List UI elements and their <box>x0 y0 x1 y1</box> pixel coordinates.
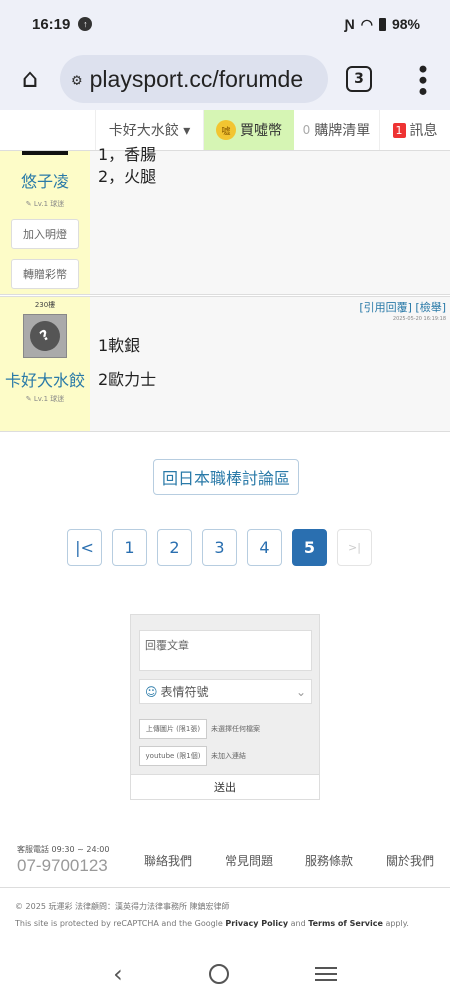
report-link[interactable]: [檢舉] <box>415 301 446 314</box>
pagination: |< 1 2 3 4 5 >| <box>67 529 372 566</box>
post-line: 1，香腸 <box>98 145 157 164</box>
youtube-button[interactable]: youtube (限1個) <box>139 746 207 766</box>
floor-number: 230樓 <box>34 301 56 309</box>
gift-coins-button[interactable]: 轉贈彩幣 <box>11 259 79 290</box>
recaptcha-notice: This site is protected by reCAPTCHA and … <box>15 919 409 928</box>
nfc-icon: Ɲ <box>344 16 355 32</box>
post-actions: [引用回覆] [檢舉] 2025-05-20 16:19:18 <box>359 299 446 322</box>
post-body: [引用回覆] [檢舉] 2025-05-20 16:19:18 1軟銀 2歐力士 <box>90 297 450 431</box>
post-body: 1，香腸 2，火腿 <box>90 145 450 294</box>
forum-post: 悠子凌 ✎ Lv.1 球迷 加入明燈 轉贈彩幣 1，香腸 2，火腿 <box>0 145 450 295</box>
submit-button[interactable]: 送出 <box>131 774 319 799</box>
back-to-forum-button[interactable]: 回日本職棒討論區 <box>153 459 299 495</box>
back-icon[interactable]: ‹ <box>113 960 123 988</box>
reply-form: 回覆文章 ☺ 表情符號 ⌄ 上傳圖片 (限1張) 未選擇任何檔案 youtube … <box>130 614 320 800</box>
emoji-select[interactable]: ☺ 表情符號 ⌄ <box>139 679 312 704</box>
youtube-status: 未加入連結 <box>211 752 246 760</box>
messages-link[interactable]: 1 訊息 <box>380 110 450 150</box>
footer: 客服電話 09:30 ~ 24:00 07-9700123 聯絡我們 常見問題 … <box>0 838 450 888</box>
upload-row: 上傳圖片 (限1張) 未選擇任何檔案 <box>139 719 260 739</box>
smiley-icon: ☺ <box>145 685 158 699</box>
post-author-panel: 悠子凌 ✎ Lv.1 球迷 加入明燈 轉贈彩幣 <box>0 151 90 294</box>
more-menu-icon[interactable]: ••• <box>408 62 436 95</box>
home-circle-icon[interactable] <box>208 964 229 984</box>
footer-link-about[interactable]: 關於我們 <box>386 852 434 869</box>
battery-level: 98% <box>391 16 420 32</box>
unknown-avatar-icon: ? <box>24 315 66 357</box>
address-bar[interactable]: ⚙ playsport.cc/forumde <box>60 55 328 103</box>
add-light-button[interactable]: 加入明燈 <box>11 219 79 250</box>
hotline-label: 客服電話 09:30 ~ 24:00 <box>17 845 110 854</box>
author-name[interactable]: 卡好大水餃 <box>5 370 85 392</box>
author-level: ✎ Lv.1 球迷 <box>25 200 65 209</box>
last-page-button: >| <box>337 529 372 566</box>
home-icon[interactable]: ⌂ <box>0 64 60 94</box>
copyright: © 2025 玩運彩 法律顧問：漢英得力法律事務所 陳鎮宏律師 <box>15 902 230 911</box>
post-timestamp: 2025-05-20 16:19:18 <box>392 316 446 322</box>
recents-icon[interactable] <box>314 967 337 981</box>
youtube-row: youtube (限1個) 未加入連結 <box>139 746 246 766</box>
page-button[interactable]: 2 <box>157 529 192 566</box>
cart-count: 0 <box>302 123 311 137</box>
coin-icon: 噓 <box>216 120 236 140</box>
post-line: 2，火腿 <box>98 167 157 186</box>
message-count-badge: 1 <box>392 122 406 138</box>
system-nav-bar: ‹ <box>0 948 450 1000</box>
footer-link-faq[interactable]: 常見問題 <box>225 852 273 869</box>
url-text: playsport.cc/forumde <box>89 65 304 92</box>
first-page-button[interactable]: |< <box>67 529 102 566</box>
status-bar: 16:19 ↑ Ɲ ◠ 98% <box>0 0 450 48</box>
avatar[interactable]: ? <box>23 314 67 358</box>
page-button[interactable]: 4 <box>247 529 282 566</box>
battery-icon <box>378 17 386 31</box>
cart-link[interactable]: 0 購牌清單 <box>294 110 380 150</box>
upload-image-button[interactable]: 上傳圖片 (限1張) <box>139 719 207 739</box>
emoji-label: 表情符號 <box>160 685 209 699</box>
footer-link-terms[interactable]: 服務條款 <box>305 852 353 869</box>
privacy-policy-link[interactable]: Privacy Policy <box>225 919 288 928</box>
quote-reply-link[interactable]: [引用回覆] <box>359 301 412 314</box>
reply-textarea[interactable]: 回覆文章 <box>139 630 312 671</box>
forum-post: 230樓 ? 卡好大水餃 ✎ Lv.1 球迷 [引用回覆] [檢舉] 2025-… <box>0 296 450 432</box>
status-time: 16:19 <box>32 15 71 33</box>
post-line: 1軟銀 <box>98 336 141 355</box>
chevron-down-icon: ⌄ <box>295 684 306 699</box>
site-settings-icon[interactable]: ⚙ <box>72 70 82 89</box>
buy-coins-button[interactable]: 噓 買噓幣 <box>204 110 294 150</box>
buy-coins-label: 買噓幣 <box>240 123 282 139</box>
current-page-button[interactable]: 5 <box>292 529 327 566</box>
post-author-panel: 230樓 ? 卡好大水餃 ✎ Lv.1 球迷 <box>0 297 90 431</box>
page-button[interactable]: 1 <box>112 529 147 566</box>
browser-toolbar: ⌂ ⚙ playsport.cc/forumde 3 ••• <box>0 48 450 110</box>
author-level: ✎ Lv.1 球迷 <box>25 395 65 404</box>
author-name[interactable]: 悠子凌 <box>21 171 69 193</box>
tab-switcher-button[interactable]: 3 <box>346 66 372 92</box>
terms-of-service-link[interactable]: Terms of Service <box>308 919 383 928</box>
footer-link-contact[interactable]: 聯絡我們 <box>144 852 192 869</box>
page-button[interactable]: 3 <box>202 529 237 566</box>
wifi-icon: ◠ <box>360 15 373 32</box>
upload-status: 未選擇任何檔案 <box>211 725 260 733</box>
messages-label: 訊息 <box>409 123 438 139</box>
hotline-number: 07-9700123 <box>17 856 108 875</box>
upload-icon: ↑ <box>78 17 93 31</box>
cart-label: 購牌清單 <box>314 123 371 139</box>
post-line: 2歐力士 <box>98 370 157 389</box>
site-nav: 卡好大水餃 ▾ 噓 買噓幣 0 購牌清單 1 訊息 <box>0 110 450 151</box>
